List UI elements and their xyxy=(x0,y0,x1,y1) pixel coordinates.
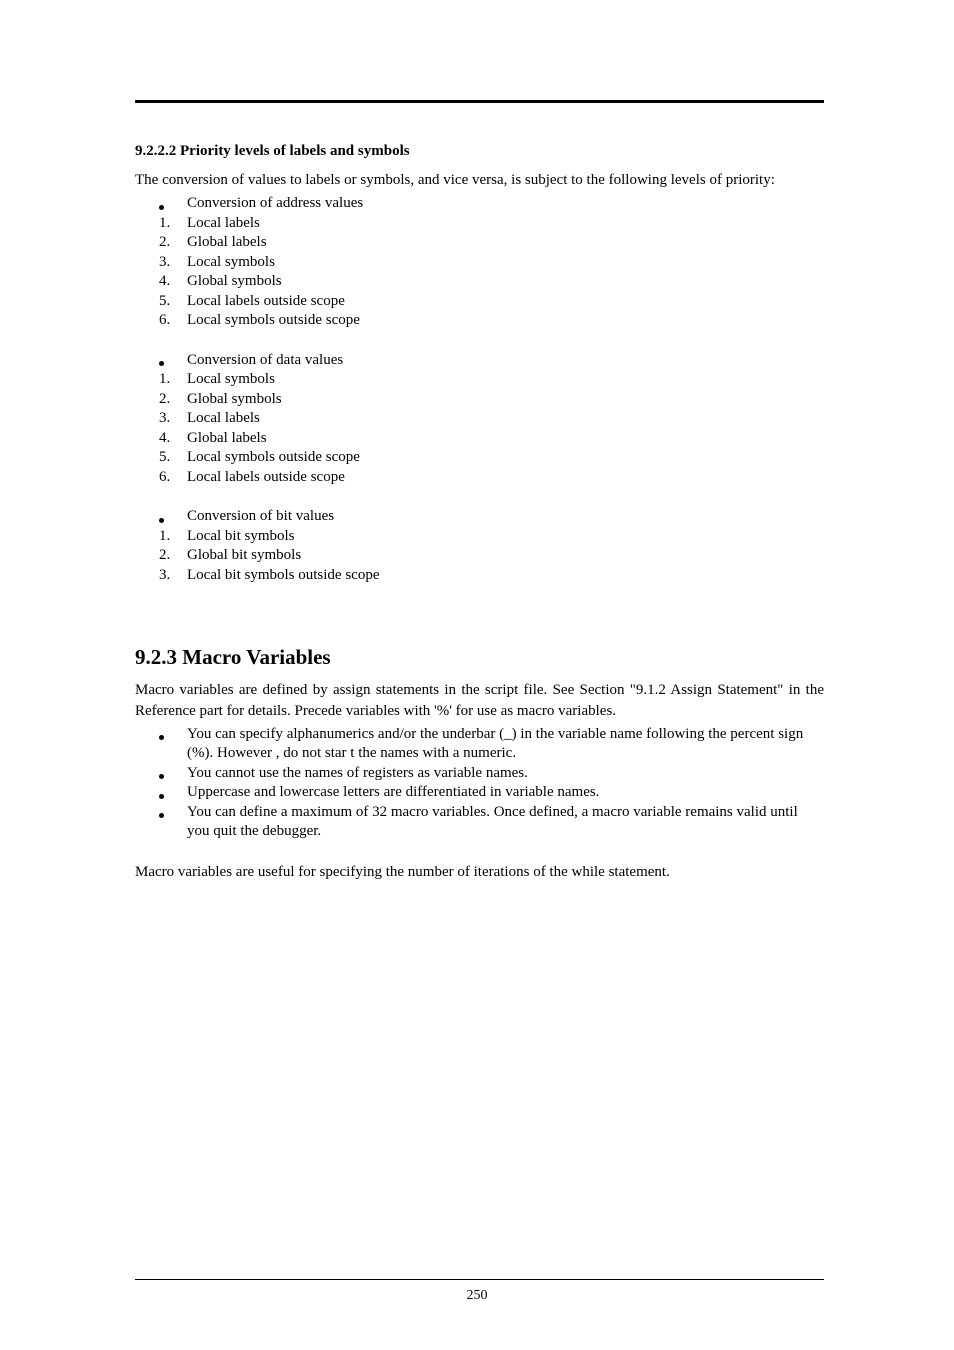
bullet-icon xyxy=(135,783,187,803)
macro-bullets: You can specify alphanumerics and/or the… xyxy=(135,725,824,842)
top-rule xyxy=(135,100,824,103)
list-item: 6.Local symbols outside scope xyxy=(135,311,824,331)
bullet-icon xyxy=(135,725,187,764)
list-item: Uppercase and lowercase letters are diff… xyxy=(135,783,824,803)
intro-paragraph: The conversion of values to labels or sy… xyxy=(135,170,824,190)
list-item-label: Global labels xyxy=(187,233,824,253)
bullet-icon xyxy=(135,194,187,214)
list-item-label: Local bit symbols xyxy=(187,527,824,547)
list-item-label: Local symbols xyxy=(187,253,824,273)
list-item: 4.Global labels xyxy=(135,429,824,449)
list-item-label: Global symbols xyxy=(187,272,824,292)
macro-closing-paragraph: Macro variables are useful for specifyin… xyxy=(135,862,824,882)
list-item-label: Local symbols outside scope xyxy=(187,448,824,468)
list-item-label: Local labels outside scope xyxy=(187,292,824,312)
macro-intro-paragraph: Macro variables are defined by assign st… xyxy=(135,680,824,721)
list-item: 3.Local bit symbols outside scope xyxy=(135,566,824,586)
list-item: 5.Local symbols outside scope xyxy=(135,448,824,468)
list-item: You can define a maximum of 32 macro var… xyxy=(135,803,824,842)
list-item: 1.Local bit symbols xyxy=(135,527,824,547)
bullet-icon xyxy=(135,351,187,371)
group-data-values: Conversion of data values 1.Local symbol… xyxy=(135,351,824,488)
bottom-rule xyxy=(135,1279,824,1280)
list-item-label: Global bit symbols xyxy=(187,546,824,566)
list-item: 5.Local labels outside scope xyxy=(135,292,824,312)
section-heading-9-2-2-2: 9.2.2.2 Priority levels of labels and sy… xyxy=(135,143,824,160)
list-item-label: Conversion of bit values xyxy=(187,507,824,527)
list-item-label: Local labels outside scope xyxy=(187,468,824,488)
list-item: 4.Global symbols xyxy=(135,272,824,292)
list-item: 2.Global labels xyxy=(135,233,824,253)
list-item-label: You cannot use the names of registers as… xyxy=(187,764,824,784)
bullet-icon xyxy=(135,764,187,784)
list-item-label: Global labels xyxy=(187,429,824,449)
section-heading-9-2-3: 9.2.3 Macro Variables xyxy=(135,645,824,670)
list-item-label: Uppercase and lowercase letters are diff… xyxy=(187,783,824,803)
list-item: 3.Local labels xyxy=(135,409,824,429)
list-item: You cannot use the names of registers as… xyxy=(135,764,824,784)
list-item-label: Conversion of address values xyxy=(187,194,824,214)
list-item: 2.Global bit symbols xyxy=(135,546,824,566)
group-bit-values: Conversion of bit values 1.Local bit sym… xyxy=(135,507,824,585)
list-item: Conversion of data values xyxy=(135,351,824,371)
list-item: 3.Local symbols xyxy=(135,253,824,273)
list-item-label: You can specify alphanumerics and/or the… xyxy=(187,725,824,764)
list-item: Conversion of bit values xyxy=(135,507,824,527)
list-item: 6.Local labels outside scope xyxy=(135,468,824,488)
list-item-label: Local labels xyxy=(187,409,824,429)
list-item-label: Local symbols xyxy=(187,370,824,390)
list-item-label: Conversion of data values xyxy=(187,351,824,371)
list-item: You can specify alphanumerics and/or the… xyxy=(135,725,824,764)
bullet-icon xyxy=(135,507,187,527)
list-item-label: You can define a maximum of 32 macro var… xyxy=(187,803,824,842)
page-number: 250 xyxy=(0,1288,954,1304)
list-item-label: Local symbols outside scope xyxy=(187,311,824,331)
list-item: 1.Local symbols xyxy=(135,370,824,390)
group-address-values: Conversion of address values 1.Local lab… xyxy=(135,194,824,331)
bullet-icon xyxy=(135,803,187,842)
list-item: Conversion of address values xyxy=(135,194,824,214)
list-item: 2.Global symbols xyxy=(135,390,824,410)
list-item-label: Global symbols xyxy=(187,390,824,410)
list-item: 1.Local labels xyxy=(135,214,824,234)
page: 9.2.2.2 Priority levels of labels and sy… xyxy=(0,0,954,1350)
list-item-label: Local bit symbols outside scope xyxy=(187,566,824,586)
list-item-label: Local labels xyxy=(187,214,824,234)
